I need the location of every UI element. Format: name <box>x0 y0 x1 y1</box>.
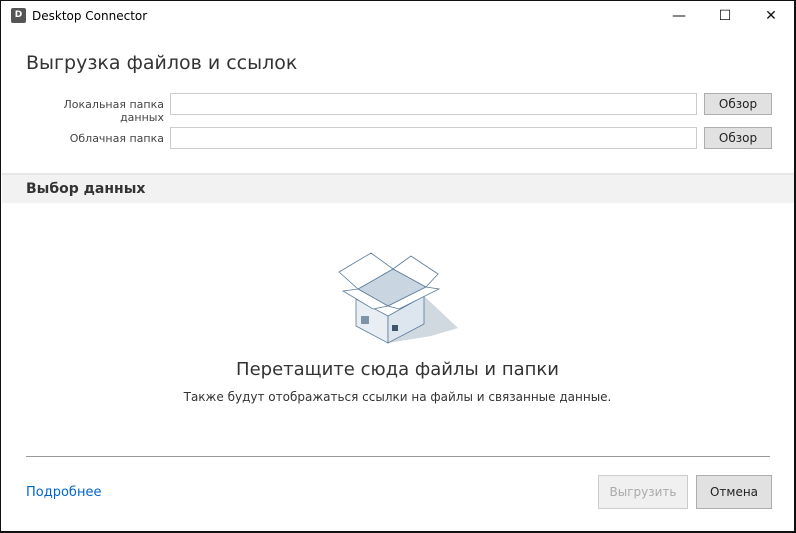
section-title: Выбор данных <box>26 181 146 197</box>
cancel-button[interactable]: Отмена <box>696 475 772 509</box>
cloud-browse-button[interactable]: Обзор <box>704 127 772 149</box>
local-browse-button[interactable]: Обзор <box>704 93 772 115</box>
drop-zone-title: Перетащите сюда файлы и папки <box>236 359 559 380</box>
minimize-button[interactable]: — <box>656 1 702 31</box>
desktop-connector-window: D Desktop Connector — ☐ ✕ Выгрузка файло… <box>0 0 796 533</box>
page-title: Выгрузка файлов и ссылок <box>26 52 298 74</box>
close-button[interactable]: ✕ <box>748 1 794 31</box>
window-title: Desktop Connector <box>32 9 148 23</box>
app-icon: D <box>11 8 26 23</box>
data-selection-header: Выбор данных <box>2 173 794 203</box>
cloud-folder-input[interactable] <box>170 127 697 149</box>
local-folder-input[interactable] <box>170 93 697 115</box>
learn-more-link[interactable]: Подробнее <box>26 485 101 500</box>
title-bar: D Desktop Connector — ☐ ✕ <box>1 1 794 31</box>
drop-zone-subtitle: Также будут отображаться ссылки на файлы… <box>183 390 612 404</box>
local-folder-label: Локальная папка данных <box>63 98 164 124</box>
footer-divider <box>26 456 770 457</box>
upload-button[interactable]: Выгрузить <box>598 475 688 509</box>
open-box-icon <box>338 252 458 344</box>
cloud-folder-label: Облачная папка <box>69 132 164 145</box>
maximize-button[interactable]: ☐ <box>702 1 748 31</box>
